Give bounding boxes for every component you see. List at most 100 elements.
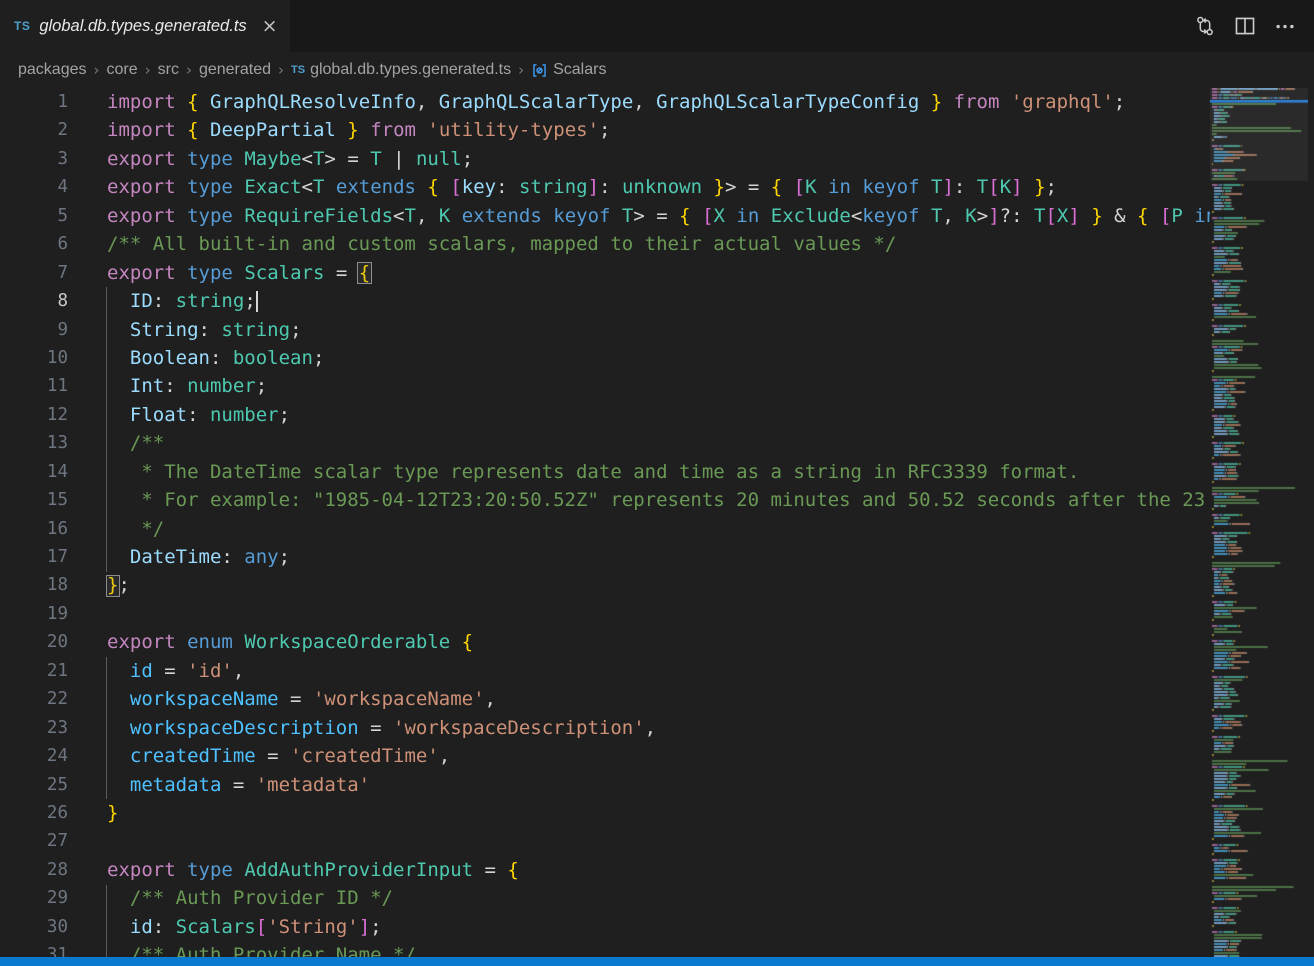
line-number[interactable]: 18 <box>0 571 68 599</box>
code-token: export <box>107 859 176 881</box>
code-token <box>176 262 187 284</box>
line-number[interactable]: 11 <box>0 372 68 400</box>
line-number[interactable]: 2 <box>0 116 68 144</box>
line-number[interactable]: 12 <box>0 401 68 429</box>
code-token: , <box>439 745 450 767</box>
code-line-4[interactable]: 4export type Exact<T extends { [key: str… <box>0 173 1210 201</box>
code-token: type <box>187 148 233 170</box>
code-token: T <box>931 205 942 227</box>
code-line-20[interactable]: 20export enum WorkspaceOrderable { <box>0 628 1210 656</box>
line-number[interactable]: 3 <box>0 145 68 173</box>
code-line-28[interactable]: 28export type AddAuthProviderInput = { <box>0 856 1210 884</box>
breadcrumb-item-core[interactable]: core <box>107 61 138 79</box>
breadcrumb-item-src[interactable]: src <box>158 61 179 79</box>
breadcrumb-separator-icon: › <box>145 61 151 79</box>
code-token: GraphQLScalarTypeConfig <box>656 91 919 113</box>
code-token: export <box>107 176 176 198</box>
line-number[interactable]: 27 <box>0 827 68 855</box>
breadcrumb-item-generated[interactable]: generated <box>199 61 271 79</box>
code-line-6[interactable]: 6 /** All built-in and custom scalars, ma… <box>0 230 1210 258</box>
line-number[interactable]: 19 <box>0 600 68 628</box>
code-line-1[interactable]: 1import { GraphQLResolveInfo, GraphQLSca… <box>0 88 1210 116</box>
code-line-5[interactable]: 5export type RequireFields<T, K extends … <box>0 202 1210 230</box>
code-token: T <box>977 176 988 198</box>
line-number[interactable]: 25 <box>0 771 68 799</box>
code-line-27[interactable]: 27 <box>0 827 1210 855</box>
code-line-8[interactable]: 8 ID: string; <box>0 287 1210 315</box>
code-line-17[interactable]: 17 DateTime: any; <box>0 543 1210 571</box>
breadcrumb-item-scalars[interactable]: Scalars <box>531 61 606 79</box>
code-line-21[interactable]: 21 id = 'id', <box>0 657 1210 685</box>
compare-changes-icon[interactable] <box>1192 13 1218 39</box>
line-number[interactable]: 30 <box>0 913 68 941</box>
code-token <box>439 176 450 198</box>
code-token <box>107 688 130 710</box>
code-token <box>416 176 427 198</box>
code-line-26[interactable]: 26} <box>0 799 1210 827</box>
breadcrumb: packages›core›src›generated›TSglobal.db.… <box>0 52 1314 88</box>
breadcrumb-item-packages[interactable]: packages <box>18 61 87 79</box>
line-number[interactable]: 15 <box>0 486 68 514</box>
code-editor[interactable]: 1import { GraphQLResolveInfo, GraphQLSca… <box>0 88 1210 966</box>
code-line-23[interactable]: 23 workspaceDescription = 'workspaceDesc… <box>0 714 1210 742</box>
line-number[interactable]: 6 <box>0 230 68 258</box>
code-line-25[interactable]: 25 metadata = 'metadata' <box>0 771 1210 799</box>
code-line-24[interactable]: 24 createdTime = 'createdTime', <box>0 742 1210 770</box>
symbol-type-icon <box>531 62 548 79</box>
line-number[interactable]: 24 <box>0 742 68 770</box>
breadcrumb-item-global-db-types-generated-ts[interactable]: TSglobal.db.types.generated.ts <box>291 61 511 79</box>
code-line-22[interactable]: 22 workspaceName = 'workspaceName', <box>0 685 1210 713</box>
code-line-29[interactable]: 29 /** Auth Provider ID */ <box>0 884 1210 912</box>
code-line-13[interactable]: 13 /** <box>0 429 1210 457</box>
line-number[interactable]: 9 <box>0 316 68 344</box>
code-line-12[interactable]: 12 Float: number; <box>0 401 1210 429</box>
line-number[interactable]: 22 <box>0 685 68 713</box>
more-actions-icon[interactable] <box>1272 13 1298 39</box>
code-line-16[interactable]: 16 */ <box>0 515 1210 543</box>
code-token: } <box>931 91 942 113</box>
line-number[interactable]: 29 <box>0 884 68 912</box>
split-editor-icon[interactable] <box>1232 13 1258 39</box>
line-number[interactable]: 16 <box>0 515 68 543</box>
code-token: = <box>336 148 370 170</box>
line-number[interactable]: 23 <box>0 714 68 742</box>
code-token: GraphQLScalarType <box>439 91 633 113</box>
code-token: /** All built-in and custom scalars, map… <box>107 233 896 255</box>
line-number[interactable]: 14 <box>0 458 68 486</box>
line-number[interactable]: 21 <box>0 657 68 685</box>
line-number[interactable]: 26 <box>0 799 68 827</box>
line-number[interactable]: 17 <box>0 543 68 571</box>
line-number[interactable]: 13 <box>0 429 68 457</box>
code-token: enum <box>187 631 233 653</box>
code-token: = <box>359 717 393 739</box>
code-line-3[interactable]: 3export type Maybe<T> = T | null; <box>0 145 1210 173</box>
line-number[interactable]: 20 <box>0 628 68 656</box>
line-text: createdTime = 'createdTime', <box>107 742 450 770</box>
code-token <box>450 631 461 653</box>
code-line-30[interactable]: 30 id: Scalars['String']; <box>0 913 1210 941</box>
code-line-9[interactable]: 9 String: string; <box>0 316 1210 344</box>
code-line-14[interactable]: 14 * The DateTime scalar type represents… <box>0 458 1210 486</box>
code-line-19[interactable]: 19 <box>0 600 1210 628</box>
minimap[interactable] <box>1210 88 1308 958</box>
line-number[interactable]: 5 <box>0 202 68 230</box>
code-token <box>702 176 713 198</box>
line-number[interactable]: 4 <box>0 173 68 201</box>
tab-global-db-types-generated[interactable]: TS global.db.types.generated.ts × <box>0 0 290 52</box>
close-icon[interactable]: × <box>262 17 278 36</box>
code-line-18[interactable]: 18}; <box>0 571 1210 599</box>
code-line-2[interactable]: 2import { DeepPartial } from 'utility-ty… <box>0 116 1210 144</box>
line-number[interactable]: 8 <box>0 287 68 315</box>
line-number[interactable]: 7 <box>0 259 68 287</box>
line-number[interactable]: 10 <box>0 344 68 372</box>
code-line-15[interactable]: 15 * For example: "1985-04-12T23:20:50.5… <box>0 486 1210 514</box>
line-text: workspaceName = 'workspaceName', <box>107 685 496 713</box>
breadcrumb-label: global.db.types.generated.ts <box>310 61 511 79</box>
code-line-7[interactable]: 7export type Scalars = { <box>0 259 1210 287</box>
line-number[interactable]: 28 <box>0 856 68 884</box>
code-token: type <box>187 859 233 881</box>
code-line-11[interactable]: 11 Int: number; <box>0 372 1210 400</box>
line-number[interactable]: 1 <box>0 88 68 116</box>
code-token: ; <box>370 916 381 938</box>
code-line-10[interactable]: 10 Boolean: boolean; <box>0 344 1210 372</box>
